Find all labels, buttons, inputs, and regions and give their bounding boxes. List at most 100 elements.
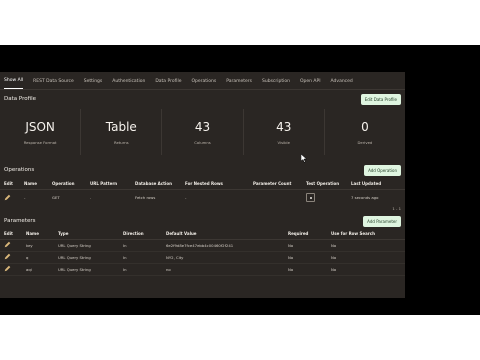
parameters-title: Parameters <box>4 218 36 224</box>
operation-database-action: Fetch rows <box>135 195 156 201</box>
table-row: key URL Query String In 6e2f9d8e7fce47eb… <box>0 239 405 252</box>
param-type: URL Query String <box>54 251 119 264</box>
tab-parameters[interactable]: Parameters <box>226 73 252 89</box>
pencil-icon[interactable] <box>4 241 11 248</box>
table-row: aqi URL Query String In no No No <box>0 263 405 276</box>
param-type: URL Query String <box>54 263 119 276</box>
data-profile-header: Data Profile Edit Data Profile <box>0 92 405 106</box>
col-parameter-count[interactable]: Parameter Count <box>249 178 302 190</box>
col-name[interactable]: Name <box>22 228 54 240</box>
stat-value: JSON <box>25 119 55 134</box>
tab-data-profile[interactable]: Data Profile <box>155 73 181 89</box>
param-name: key <box>22 239 54 252</box>
edit-cell[interactable] <box>0 263 22 276</box>
col-required[interactable]: Required <box>284 228 327 240</box>
col-direction[interactable]: Direction <box>119 228 162 240</box>
edit-data-profile-button[interactable]: Edit Data Profile <box>360 93 401 105</box>
param-direction: In <box>119 251 162 264</box>
letterbox-bottom <box>0 315 480 360</box>
operations-table: Edit Name Operation URL Pattern Database… <box>0 178 405 206</box>
col-default-value[interactable]: Default Value <box>162 228 284 240</box>
col-operation[interactable]: Operation <box>48 178 86 190</box>
param-required: No <box>284 263 327 276</box>
data-profile-stats: JSON Response Format Table Returns 43 Co… <box>0 109 405 155</box>
tab-authentication[interactable]: Authentication <box>112 73 145 89</box>
col-database-action[interactable]: Database Action <box>131 178 181 190</box>
param-direction: In <box>119 263 162 276</box>
stat-label: Columns <box>194 139 211 145</box>
pencil-icon[interactable] <box>4 253 11 260</box>
stat-response-format: JSON Response Format <box>0 109 82 155</box>
param-direction: In <box>119 239 162 252</box>
col-edit[interactable]: Edit <box>0 228 22 240</box>
param-default-value: 6e2f9d8e7fce47ebb4c00460f2f241 <box>162 239 284 252</box>
add-operation-button[interactable]: Add Operation <box>364 164 401 176</box>
stat-value: Table <box>105 119 137 134</box>
col-name[interactable]: Name <box>20 178 48 190</box>
edit-cell[interactable] <box>0 189 20 206</box>
table-row: - GET . Fetch rows - 7 seconds ago <box>0 189 405 206</box>
operations-title: Operations <box>4 167 35 173</box>
col-last-updated[interactable]: Last Updated <box>347 178 405 190</box>
parameters-table: Edit Name Type Direction Default Value R… <box>0 228 405 276</box>
test-operation-icon[interactable] <box>306 193 315 203</box>
param-required: No <box>284 251 327 264</box>
stat-columns: 43 Columns <box>162 109 244 155</box>
param-row-search: No <box>327 239 405 252</box>
operations-header: Operations Add Operation <box>0 162 405 178</box>
stat-derived: 0 Derived <box>325 109 405 155</box>
param-type: URL Query String <box>54 239 119 252</box>
col-type[interactable]: Type <box>54 228 119 240</box>
tab-show-all[interactable]: Show All <box>4 72 24 89</box>
param-row-search: No <box>327 263 405 276</box>
mouse-cursor-icon <box>301 154 307 163</box>
data-profile-title: Data Profile <box>4 96 36 102</box>
tab-advanced[interactable]: Advanced <box>331 73 353 89</box>
stat-label: Visible <box>277 139 290 145</box>
app-window: Show All REST Data Source Settings Authe… <box>0 72 405 298</box>
parameters-header: Parameters Add Parameter <box>0 214 405 228</box>
operation-last-updated: 7 seconds ago <box>351 195 379 201</box>
operations-pagination: 1 - 1 <box>392 206 401 211</box>
param-name: q <box>22 251 54 264</box>
table-row: q URL Query String In NY2, City No No <box>0 251 405 264</box>
param-row-search: No <box>327 251 405 264</box>
tab-open-api[interactable]: Open API <box>300 73 321 89</box>
tab-rest-data-source[interactable]: REST Data Source <box>33 73 74 89</box>
stat-label: Response Format <box>23 139 57 145</box>
tab-subscription[interactable]: Subscription <box>262 73 290 89</box>
col-test-operation[interactable]: Test Operation <box>302 178 347 190</box>
tab-operations[interactable]: Operations <box>191 73 216 89</box>
col-url-pattern[interactable]: URL Pattern <box>86 178 131 190</box>
test-operation-cell <box>302 189 347 206</box>
operation-method: GET <box>52 195 60 201</box>
stat-value: 43 <box>276 119 292 134</box>
parameters-header-row: Edit Name Type Direction Default Value R… <box>0 228 405 240</box>
stat-label: Derived <box>357 139 373 145</box>
operation-name: - <box>24 195 26 201</box>
tab-settings[interactable]: Settings <box>84 73 102 89</box>
pencil-icon[interactable] <box>4 194 11 201</box>
operation-url-pattern: . <box>90 195 92 201</box>
col-edit[interactable]: Edit <box>0 178 20 190</box>
edit-cell[interactable] <box>0 251 22 264</box>
stat-visible: 43 Visible <box>244 109 325 155</box>
operation-nested-rows: - <box>185 195 187 201</box>
stat-returns: Table Returns <box>81 109 163 155</box>
stat-value: 0 <box>361 119 369 134</box>
letterbox-top <box>0 0 480 45</box>
col-use-for-row-search[interactable]: Use for Row Search <box>327 228 405 240</box>
operation-parameter-count <box>249 189 302 206</box>
pencil-icon[interactable] <box>4 265 11 272</box>
operations-header-row: Edit Name Operation URL Pattern Database… <box>0 178 405 190</box>
stat-label: Returns <box>114 139 129 145</box>
param-name: aqi <box>22 263 54 276</box>
add-parameter-button[interactable]: Add Parameter <box>363 215 401 227</box>
param-required: No <box>284 239 327 252</box>
stat-value: 43 <box>194 119 211 134</box>
col-for-nested-rows[interactable]: For Nested Rows <box>181 178 249 190</box>
param-default-value: no <box>162 263 284 276</box>
edit-cell[interactable] <box>0 239 22 252</box>
navigation-tabs: Show All REST Data Source Settings Authe… <box>0 72 405 90</box>
param-default-value: NY2, City <box>162 251 284 264</box>
